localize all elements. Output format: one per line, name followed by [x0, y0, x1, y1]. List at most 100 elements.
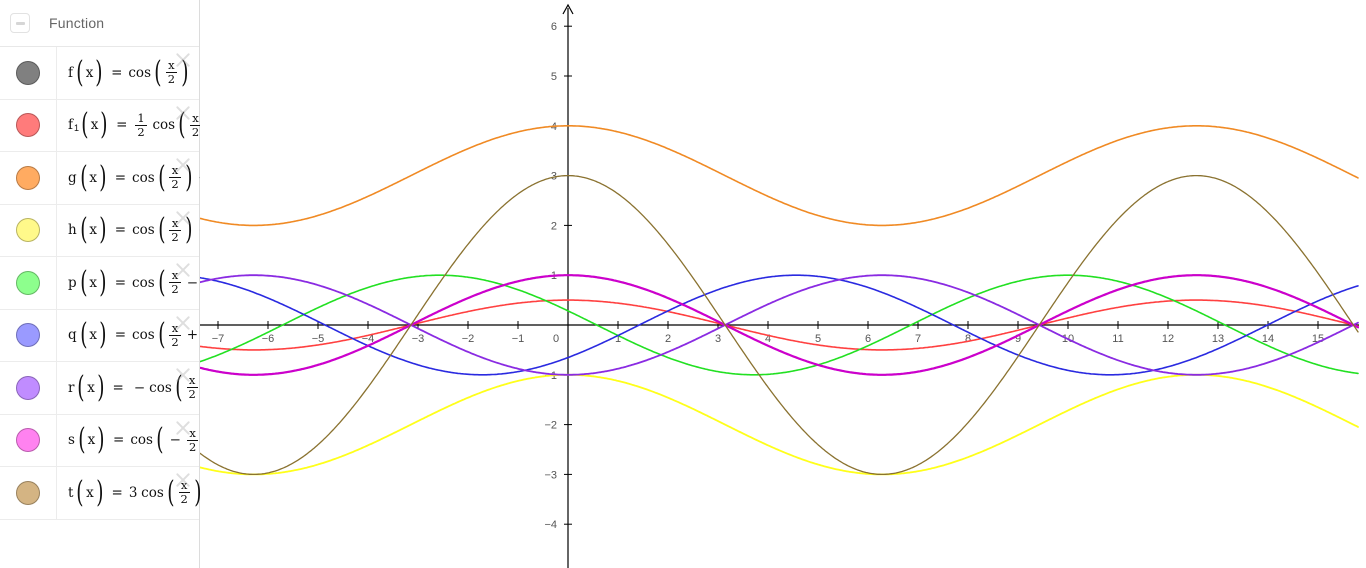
fraction-denominator: 2	[171, 177, 179, 192]
paren-l: (	[76, 54, 84, 90]
variable-x: x	[85, 64, 94, 81]
function-row-r[interactable]: r(x)=−cos(x2)	[0, 362, 209, 415]
formula-cell[interactable]: q(x)=cos(x2+4)	[57, 310, 222, 362]
x-tick-label: 6	[865, 333, 871, 345]
y-tick-label: 6	[551, 21, 557, 33]
x-tick-label: 13	[1212, 333, 1224, 345]
function-row-h[interactable]: h(x)=cos(x2)−2	[0, 204, 222, 257]
function-row-t[interactable]: t(x) = 3 cos(x 2)	[0, 467, 201, 520]
close-icon[interactable]	[172, 364, 194, 386]
color-swatch-cell	[0, 152, 57, 204]
cos-operator: cos	[149, 379, 172, 396]
color-swatch-cell	[0, 257, 57, 309]
color-swatch-r[interactable]	[16, 375, 40, 400]
function-row-f[interactable]: f(x) = cos(x 2)	[0, 47, 199, 100]
paren-l: (	[156, 422, 164, 458]
function-name: f	[68, 117, 73, 134]
function-row-q[interactable]: q(x)=cos(x2+4)	[0, 309, 220, 362]
close-icon[interactable]	[172, 312, 194, 334]
color-swatch-f[interactable]	[16, 60, 40, 85]
function-plot: −7 −6 −5 −4 −3 −2 −1 0 1 2 3 4 5 6 7 8 9 10 11 12 13 14 15−4−3…	[200, 3, 1359, 568]
close-icon[interactable]	[172, 259, 194, 281]
equals-operator: =	[114, 274, 127, 291]
close-icon[interactable]	[172, 469, 194, 491]
formula-cell[interactable]: g(x)=cos(x2)+3	[57, 152, 222, 204]
function-row-f1[interactable]: f1(x)=12 cos(x2)	[0, 99, 213, 152]
color-swatch-t[interactable]	[16, 480, 40, 505]
paren-l: (	[79, 317, 88, 353]
y-tick-label: −2	[544, 420, 557, 432]
cos-operator: cos	[132, 169, 155, 186]
curve-g[interactable]	[200, 125, 1359, 227]
curve-h[interactable]	[200, 373, 1359, 476]
x-tick-label: 7	[915, 333, 921, 345]
function-row-p[interactable]: p(x)=cos(x2−5)	[0, 257, 220, 310]
paren-r: )	[99, 264, 107, 300]
page-title: Function	[49, 15, 105, 31]
color-swatch-f1[interactable]	[16, 113, 40, 138]
variable-x: x	[87, 379, 95, 396]
fraction-denominator: 2	[180, 492, 188, 507]
y-tick-label: 5	[551, 71, 557, 83]
color-swatch-cell	[0, 47, 57, 99]
function-name: q	[68, 327, 77, 344]
x-tick-label: 12	[1162, 333, 1174, 345]
minus-glyph	[15, 21, 25, 25]
equals-operator: =	[113, 432, 125, 449]
function-row-g[interactable]: g(x)=cos(x2)+3	[0, 152, 222, 205]
function-name: t	[68, 484, 74, 501]
close-icon[interactable]	[172, 417, 194, 439]
paren-l: (	[78, 422, 86, 458]
paren-r: )	[97, 422, 105, 458]
cos-operator: cos	[128, 64, 151, 81]
color-swatch-cell	[0, 362, 57, 414]
fraction-denominator: 2	[171, 229, 179, 244]
graphing-calculator-app: Function f(x)=cos(x2)f1(x)=12 cos(x2)g(x…	[0, 0, 1366, 568]
close-icon[interactable]	[172, 154, 194, 176]
paren-l: (	[79, 264, 88, 300]
x-tick-label: −2	[462, 333, 475, 345]
x-tick-label: −1	[512, 333, 525, 345]
paren-l: (	[79, 212, 88, 248]
paren-l: (	[157, 212, 166, 248]
close-icon[interactable]	[172, 102, 194, 124]
color-swatch-cell	[0, 414, 57, 466]
function-list: f(x)=cos(x2)f1(x)=12 cos(x2)g(x)=cos(x2)…	[0, 47, 222, 520]
close-icon[interactable]	[172, 49, 194, 71]
cos-operator: cos	[130, 432, 153, 449]
function-name: f	[68, 64, 73, 81]
variable-x: x	[86, 484, 94, 501]
minus-icon[interactable]	[10, 13, 30, 33]
paren-r: )	[96, 474, 104, 510]
color-swatch-q[interactable]	[16, 323, 40, 348]
axes	[200, 3, 1359, 568]
color-swatch-g[interactable]	[16, 165, 40, 190]
formula-cell[interactable]: h(x)=cos(x2)−2	[57, 205, 222, 257]
color-swatch-cell	[0, 204, 57, 256]
fraction-denominator: 2	[171, 282, 179, 297]
function-row-s[interactable]: s(x)=cos(−x2)	[0, 414, 210, 467]
equals-operator: =	[116, 117, 128, 134]
color-swatch-p[interactable]	[16, 270, 40, 295]
cos-operator: cos	[132, 327, 155, 344]
variable-x: x	[90, 117, 99, 134]
close-icon[interactable]	[172, 207, 194, 229]
variable-x: x	[89, 222, 98, 239]
equals-operator: =	[114, 222, 127, 239]
color-swatch-cell	[0, 467, 57, 519]
fraction-denominator: 2	[137, 124, 145, 139]
equals-operator: =	[112, 379, 124, 396]
x-tick-label: 11	[1112, 333, 1123, 345]
color-swatch-h[interactable]	[16, 218, 40, 243]
equals-operator: =	[114, 327, 127, 344]
paren-r: )	[95, 54, 103, 90]
paren-r: )	[99, 159, 107, 195]
paren-l: (	[76, 474, 84, 510]
x-tick-label: 2	[665, 333, 671, 345]
formula-cell[interactable]: p(x)=cos(x2−5)	[57, 257, 222, 309]
color-swatch-s[interactable]	[16, 428, 40, 453]
variable-x: x	[89, 327, 97, 344]
cos-operator: cos	[132, 274, 155, 291]
y-tick-label: 2	[551, 220, 557, 232]
graphics-view[interactable]: −7 −6 −5 −4 −3 −2 −1 0 1 2 3 4 5 6 7 8 9 10 11 12 13 14 15 −4 −3…	[200, 0, 1366, 568]
